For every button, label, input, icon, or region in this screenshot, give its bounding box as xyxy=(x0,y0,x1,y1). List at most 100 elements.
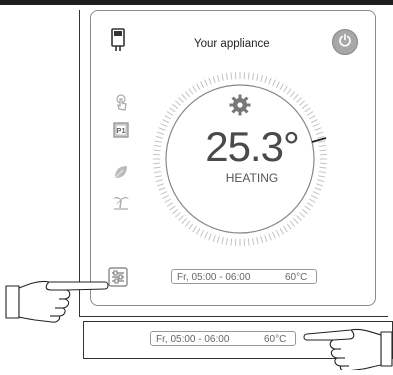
svg-text:P1: P1 xyxy=(116,126,125,135)
dial-tick xyxy=(269,234,272,241)
mode-label: HEATING xyxy=(187,171,317,185)
palm-tree-icon[interactable] xyxy=(112,193,130,216)
appliance-panel: Your appliance P1 xyxy=(79,10,388,317)
dial-tick xyxy=(217,236,219,243)
dial-tick xyxy=(165,199,171,203)
dial-tick xyxy=(253,73,254,80)
dial-tick xyxy=(320,167,327,168)
dial-tick xyxy=(284,226,288,232)
dial-tick xyxy=(231,72,232,79)
dial-tick xyxy=(159,128,166,131)
dial-tick xyxy=(172,104,177,108)
zoomed-schedule-entry[interactable]: Fr, 05:00 - 06:00 60°C xyxy=(150,331,296,346)
dial-tick xyxy=(162,120,168,123)
dial-tick xyxy=(178,97,183,102)
dial-tick xyxy=(201,81,204,87)
dial-tick xyxy=(269,78,272,85)
dial-tick xyxy=(273,232,276,238)
dial-tick xyxy=(165,116,171,120)
dial-tick xyxy=(231,239,232,246)
pointing-hand-icon xyxy=(5,272,113,333)
appliance-screen: Your appliance P1 xyxy=(90,10,376,306)
gear-icon xyxy=(229,94,251,121)
dial-tick xyxy=(265,235,267,242)
dial-tick xyxy=(302,209,307,213)
dial-tick xyxy=(319,172,326,173)
dial-tick xyxy=(226,73,227,80)
dial-tick xyxy=(287,89,291,95)
dial-tick xyxy=(157,132,164,134)
dial-tick xyxy=(153,150,160,151)
touch-icon[interactable] xyxy=(115,94,129,117)
dial-tick xyxy=(172,209,177,213)
device-icon[interactable] xyxy=(111,28,125,57)
dial-tick xyxy=(299,101,304,106)
schedule-time: Fr, 05:00 - 06:00 xyxy=(177,270,250,285)
dial-tick xyxy=(276,81,279,87)
dial-tick xyxy=(319,145,326,146)
dial-tick xyxy=(209,234,212,241)
dial-tick xyxy=(193,226,197,232)
zoomed-schedule-temperature: 60°C xyxy=(264,332,286,347)
dial-tick xyxy=(290,91,294,96)
dial-tick xyxy=(157,184,164,186)
pointing-hand-icon xyxy=(299,326,393,375)
dial-tick xyxy=(261,75,263,82)
dial-tick xyxy=(265,76,267,83)
dial-tick xyxy=(297,216,302,221)
dial-tick xyxy=(311,120,317,123)
top-frame-bar xyxy=(0,0,393,5)
dial-tick xyxy=(317,180,324,182)
dial-tick xyxy=(311,195,317,198)
dial-tick xyxy=(197,228,201,234)
dial-tick xyxy=(316,184,323,186)
dial-tick xyxy=(213,235,215,242)
leaf-icon[interactable] xyxy=(113,164,129,185)
dial-tick xyxy=(175,101,180,106)
dial-tick xyxy=(205,80,208,86)
temperature-readout: 25.3° xyxy=(187,126,317,168)
dial-tick xyxy=(253,238,254,245)
dial-tick xyxy=(305,108,311,112)
dial-tick xyxy=(167,112,173,116)
dial-tick xyxy=(201,230,204,236)
dial-tick xyxy=(315,188,322,191)
dial-tick xyxy=(161,192,167,195)
dial-tick xyxy=(313,192,319,195)
page-title: Your appliance xyxy=(194,38,270,50)
dial-tick xyxy=(305,206,311,210)
schedule-entry[interactable]: Fr, 05:00 - 06:00 60°C xyxy=(171,269,317,284)
dial-tick xyxy=(209,78,212,85)
dial-tick xyxy=(167,203,173,207)
dial-tick xyxy=(257,237,258,244)
dial-tick xyxy=(280,84,284,90)
p1-icon[interactable]: P1 xyxy=(113,122,129,143)
dial-tick xyxy=(309,199,315,203)
dial-tick xyxy=(248,239,249,246)
dial-tick xyxy=(284,86,288,92)
dial-tick xyxy=(318,176,325,177)
dial-tick xyxy=(294,218,299,223)
dial-tick xyxy=(197,84,201,90)
dial-tick xyxy=(299,213,304,218)
dial-tick xyxy=(185,91,189,96)
dial-tick xyxy=(170,108,176,112)
dial-tick xyxy=(175,213,180,218)
dial-tick xyxy=(222,74,223,81)
dial-tick xyxy=(156,180,163,182)
dial-tick xyxy=(226,238,227,245)
power-button[interactable] xyxy=(332,29,358,55)
dial-tick xyxy=(189,224,193,230)
schedule-temperature: 60°C xyxy=(285,270,307,285)
dial-tick xyxy=(316,132,323,134)
dial-tick xyxy=(222,237,223,244)
dial-tick xyxy=(178,216,183,221)
dial-tick xyxy=(318,141,325,142)
dial-tick xyxy=(294,94,299,99)
dial-tick xyxy=(162,195,168,198)
dial-tick xyxy=(302,104,307,108)
dial-tick xyxy=(154,172,161,173)
dial-tick xyxy=(248,72,249,79)
dial-tick xyxy=(153,167,160,168)
power-icon xyxy=(338,33,352,52)
